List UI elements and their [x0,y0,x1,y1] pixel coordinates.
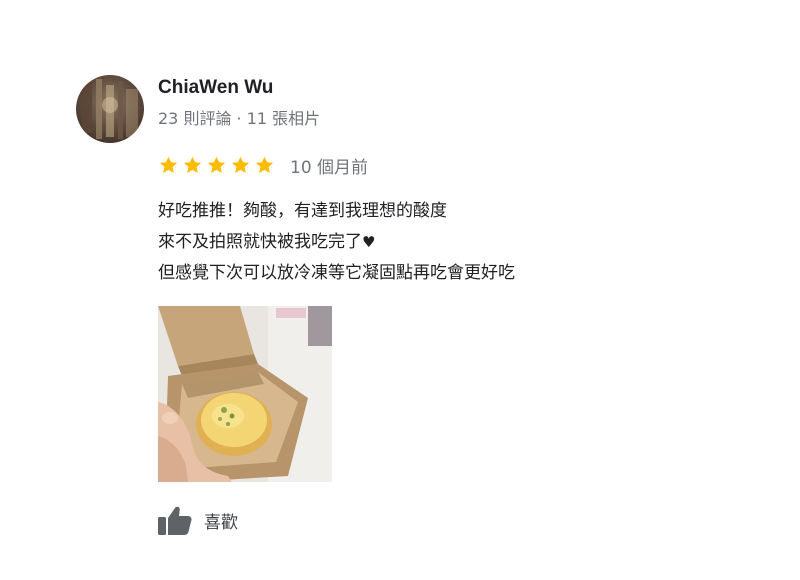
review-text-line: 好吃推推！夠酸，有達到我理想的酸度 [158,201,447,221]
review-photo[interactable] [158,306,332,482]
star-icon [255,156,274,173]
star-rating [158,155,278,176]
star-icon [207,156,226,173]
star-icon [183,156,202,173]
review-date: 10 個月前 [290,157,369,178]
review-card: ChiaWen Wu 23 則評論 · 11 張相片 10 個月前 好吃推推！夠… [0,0,800,580]
review-text-line: 但感覺下次可以放冷凍等它凝固點再吃會更好吃 [158,263,515,283]
like-label: 喜歡 [204,512,238,533]
avatar[interactable] [76,75,144,143]
thumbs-up-icon [158,506,192,535]
author-name[interactable]: ChiaWen Wu [158,76,320,100]
review-text: 好吃推推！夠酸，有達到我理想的酸度 來不及拍照就快被我吃完了♥ 但感覺下次可以放… [158,196,515,289]
star-icon [159,156,178,173]
star-icon [231,156,250,173]
rating-row: 10 個月前 [158,152,368,178]
author-meta: 23 則評論 · 11 張相片 [158,109,321,128]
review-text-line-2: 來不及拍照就快被我吃完了♥ [158,227,515,258]
author-info: ChiaWen Wu 23 則評論 · 11 張相片 [158,76,320,130]
review-text-line: 來不及拍照就快被我吃完了 [158,232,362,252]
heart-icon: ♥ [362,233,376,251]
like-button[interactable]: 喜歡 [158,505,238,535]
